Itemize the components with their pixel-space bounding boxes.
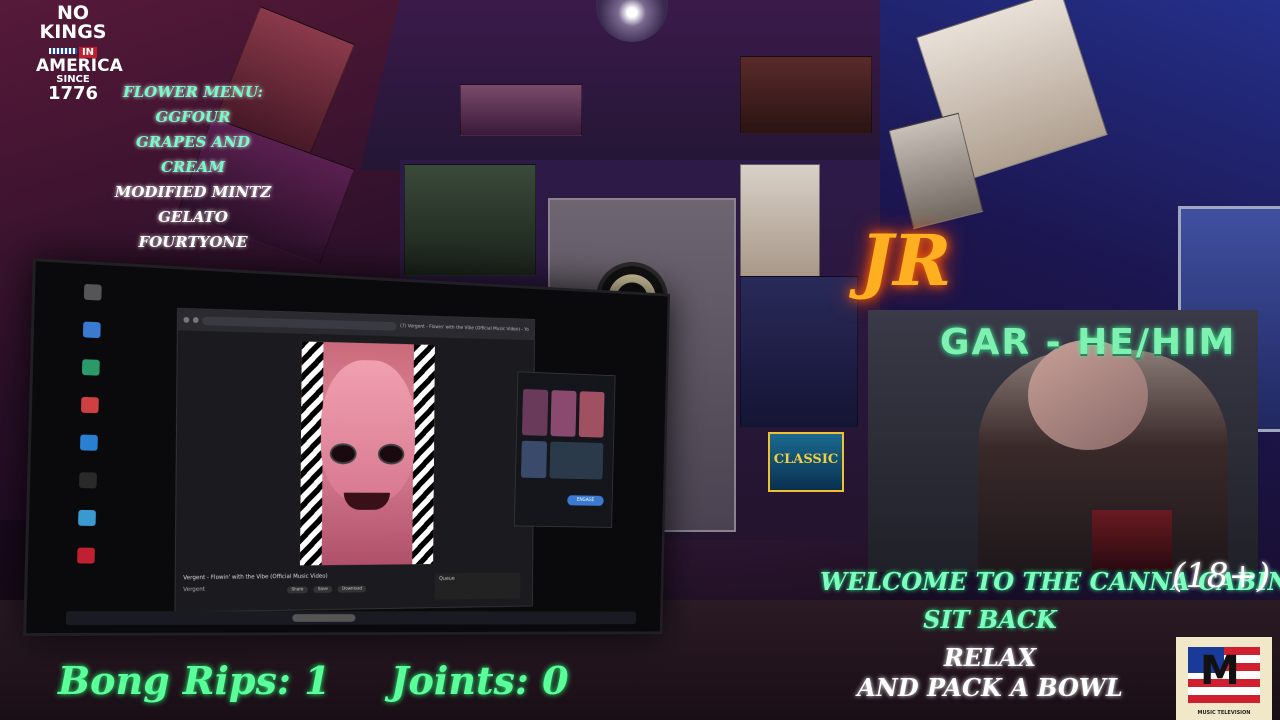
welcome-line: WELCOME TO THE CANNA CABIN <box>820 567 1280 596</box>
desktop-app-icon[interactable] <box>82 321 101 339</box>
welcome-line: SIT BACK <box>923 605 1057 634</box>
flower-menu-item: MODIFIED MINTZ <box>114 183 272 201</box>
thumbnail[interactable] <box>520 440 548 479</box>
age-rating: (18+) <box>1172 556 1271 596</box>
flower-menu-item: GELATO FOURTYONE <box>138 208 248 251</box>
channel-name[interactable]: Vergent <box>183 586 205 593</box>
joints-counter: Joints: 0 <box>390 658 569 703</box>
wall-poster <box>460 84 582 136</box>
video-title: Vergent - Flowin' with the Vibe (Officia… <box>183 572 328 582</box>
thumbnail[interactable] <box>521 389 549 436</box>
taskbar <box>65 611 637 626</box>
back-icon[interactable] <box>183 316 190 323</box>
forward-icon[interactable] <box>192 317 199 324</box>
video-face <box>320 359 416 503</box>
video-player[interactable] <box>299 341 435 566</box>
video-mouth <box>343 492 390 510</box>
flower-menu-item: GRAPES AND CREAM <box>135 133 251 176</box>
wall-poster <box>740 164 820 278</box>
classic-sign: CLASSIC <box>768 432 844 492</box>
desktop-icons <box>77 283 162 586</box>
queue-label: Queue <box>439 576 455 582</box>
engage-button[interactable]: ENGAGE <box>567 495 604 506</box>
flag-stripe <box>48 47 77 54</box>
browser-tab-title[interactable]: (7) Vergent - Flowin' with the Vibe (Off… <box>400 323 529 332</box>
address-bar[interactable] <box>202 315 397 331</box>
welcome-line: AND PACK A BOWL <box>857 673 1123 702</box>
welcome-message: WELCOME TO THE CANNA CABIN SIT BACK RELA… <box>820 563 1280 707</box>
desktop-app-icon[interactable] <box>79 434 98 451</box>
thumbnail[interactable] <box>578 391 605 438</box>
video-stripes <box>412 344 435 565</box>
wall-poster <box>740 276 858 428</box>
thumbnail[interactable] <box>549 441 604 480</box>
browser-toolbar: (7) Vergent - Flowin' with the Vibe (Off… <box>177 308 535 341</box>
bong-rips-counter: Bong Rips: 1 <box>58 658 331 703</box>
queue-panel[interactable]: Queue <box>434 572 521 600</box>
flower-menu-heading: FLOWER MENU: <box>122 83 264 101</box>
secondary-window: ENGAGE <box>513 371 616 528</box>
no-kings-logo: NO KINGS IN AMERICA SINCE 1776 <box>36 2 123 104</box>
counters: Bong Rips: 1 Joints: 0 <box>58 658 569 703</box>
desktop-app-icon[interactable] <box>83 283 102 301</box>
thumbnail[interactable] <box>550 390 577 437</box>
wall-poster <box>740 56 872 134</box>
flower-menu: FLOWER MENU: GGFOUR GRAPES AND CREAM MOD… <box>104 80 282 255</box>
download-button[interactable]: Download <box>337 585 367 593</box>
desktop-app-icon[interactable] <box>78 509 96 526</box>
mtv-logo: M MUSIC TELEVISION <box>1176 637 1272 720</box>
desktop-app-icon[interactable] <box>77 547 95 564</box>
glasses <box>329 443 357 465</box>
shirt-graphic <box>1092 510 1172 570</box>
flower-menu-item: GGFOUR <box>155 108 231 126</box>
streamer-name: GAR - HE/HIM <box>940 322 1237 363</box>
glasses <box>377 443 405 465</box>
wall-poster <box>404 164 536 276</box>
share-button[interactable]: Share <box>286 586 308 594</box>
video-actions: Share Save Download <box>286 585 367 594</box>
taskbar-search[interactable] <box>292 614 356 622</box>
desktop-app-icon[interactable] <box>79 472 97 489</box>
mtv-m-letter: M <box>1200 648 1240 694</box>
video-stripes <box>299 341 324 566</box>
save-button[interactable]: Save <box>313 586 333 594</box>
neon-sign: JR <box>860 219 952 302</box>
mtv-caption: MUSIC TELEVISION <box>1197 710 1251 716</box>
browser-window: (7) Vergent - Flowin' with the Vibe (Off… <box>174 307 536 613</box>
monitor-screen: (7) Vergent - Flowin' with the Vibe (Off… <box>23 258 671 637</box>
desktop-app-icon[interactable] <box>80 396 99 414</box>
desktop-app-icon[interactable] <box>81 359 100 376</box>
